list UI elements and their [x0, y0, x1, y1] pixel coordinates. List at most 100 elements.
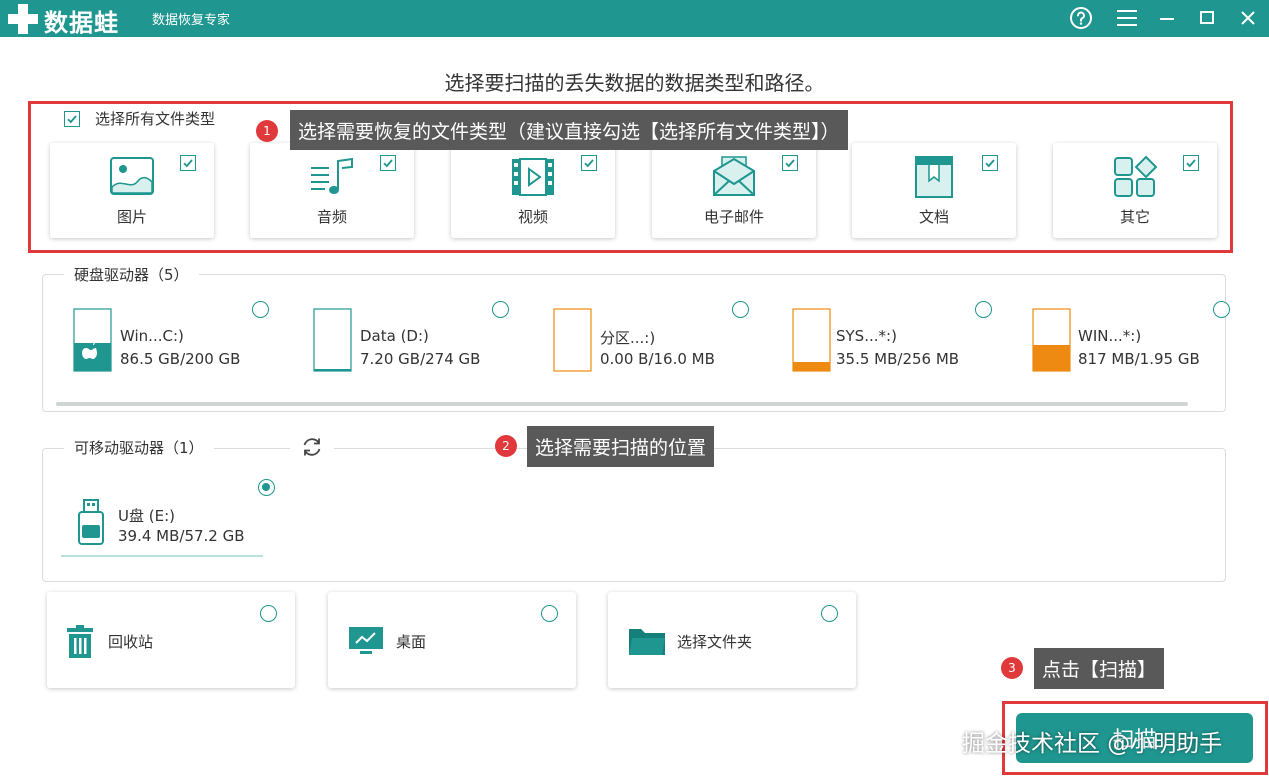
check-icon [985, 159, 995, 168]
filetype-label: 文档 [918, 208, 949, 226]
filetype-checkbox-image[interactable] [180, 155, 196, 171]
drive-radio-sys[interactable] [975, 301, 992, 318]
drive-usage-bar [313, 308, 352, 372]
select-all-label: 选择所有文件类型 [95, 110, 216, 128]
menu-button[interactable] [1112, 4, 1142, 32]
watermark-text: 掘金技术社区 @小明助手 [962, 731, 1223, 757]
filetype-checkbox-audio[interactable] [380, 155, 396, 171]
filetype-card-image[interactable]: 图片 [50, 143, 214, 238]
refresh-button[interactable] [290, 434, 334, 460]
drive-name: SYS...*:) [836, 327, 897, 345]
drive-usage-bar [792, 308, 831, 372]
usb-drive-icon [78, 499, 104, 545]
removable-drives-title: 可移动驱动器（1） [64, 437, 214, 458]
filetype-card-document[interactable]: 文档 [852, 143, 1016, 238]
app-brand: 数据蛙 [44, 9, 119, 37]
location-label: 回收站 [108, 633, 154, 651]
hard-drives-title: 硬盘驱动器（5） [64, 264, 199, 285]
drive-name: Data (D:) [360, 327, 429, 345]
drive-usage-bar [553, 308, 592, 372]
location-label: 选择文件夹 [677, 633, 753, 651]
filetype-label: 视频 [517, 208, 548, 226]
maximize-button[interactable] [1192, 4, 1222, 32]
step-badge-3: 3 [1001, 657, 1023, 679]
filetype-label: 其它 [1119, 208, 1150, 226]
location-card-recycle-bin[interactable]: 回收站 [47, 592, 295, 688]
drive-radio-win[interactable] [1213, 301, 1230, 318]
filetype-checkbox-email[interactable] [782, 155, 798, 171]
location-card-desktop[interactable]: 桌面 [328, 592, 576, 688]
filetype-card-email[interactable]: 电子邮件 [652, 143, 816, 238]
drives-horizontal-scrollbar[interactable] [56, 402, 1188, 406]
drive-radio-partition[interactable] [732, 301, 749, 318]
drive-usage-bar [1032, 308, 1071, 372]
menu-icon [1117, 10, 1137, 26]
drive-size: 817 MB/1.95 GB [1078, 350, 1200, 368]
minimize-button[interactable] [1152, 4, 1182, 32]
drive-bar-graphic [1032, 308, 1071, 372]
removable-drive-size: 39.4 MB/57.2 GB [118, 527, 245, 545]
location-radio-select-folder[interactable] [821, 605, 838, 622]
filetype-checkbox-video[interactable] [581, 155, 597, 171]
drive-usage-bar [73, 308, 112, 372]
location-label: 桌面 [396, 633, 427, 651]
filetype-card-audio[interactable]: 音频 [250, 143, 414, 238]
folder-icon [629, 629, 665, 655]
filetype-card-video[interactable]: 视频 [451, 143, 615, 238]
video-icon [512, 158, 554, 196]
recycle-bin-icon [67, 625, 93, 658]
select-all-filetypes[interactable]: 选择所有文件类型 [64, 108, 215, 129]
app-subtitle: 数据恢复专家 [152, 13, 231, 28]
drive-bar-graphic [792, 308, 831, 372]
page-heading: 选择要扫描的丢失数据的数据类型和路径。 [444, 71, 825, 95]
drive-radio-d[interactable] [492, 301, 509, 318]
minimize-icon [1160, 18, 1174, 20]
music-icon [311, 157, 353, 194]
drive-radio-c[interactable] [252, 301, 269, 318]
drive-size: 35.5 MB/256 MB [836, 350, 960, 368]
other-icon [1114, 155, 1158, 197]
drive-name: Win...C:) [120, 327, 184, 345]
filetype-label: 图片 [116, 208, 147, 226]
check-icon [183, 159, 193, 168]
selected-underline [61, 555, 263, 557]
help-icon [1070, 7, 1092, 29]
close-button[interactable] [1233, 4, 1263, 32]
check-icon [67, 114, 77, 123]
refresh-icon [303, 438, 321, 456]
filetype-label: 电子邮件 [703, 208, 764, 226]
drive-size: 0.00 B/16.0 MB [600, 350, 715, 368]
filetype-checkbox-document[interactable] [982, 155, 998, 171]
drive-size: 7.20 GB/274 GB [360, 350, 481, 368]
tooltip-step-1: 选择需要恢复的文件类型（建议直接勾选【选择所有文件类型】） [290, 110, 848, 150]
check-icon [584, 159, 594, 168]
close-icon [1241, 11, 1255, 25]
location-radio-desktop[interactable] [541, 605, 558, 622]
drive-name: WIN...*:) [1078, 327, 1142, 345]
step-badge-1: 1 [256, 120, 278, 142]
removable-drive-name: U盘 (E:) [118, 507, 175, 525]
step-badge-2: 2 [495, 435, 517, 457]
drive-name: 分区...:) [600, 329, 656, 347]
document-icon [915, 156, 953, 198]
image-icon [110, 157, 154, 195]
drive-size: 86.5 GB/200 GB [120, 350, 241, 368]
filetype-card-other[interactable]: 其它 [1053, 143, 1217, 238]
drive-bar-graphic [553, 308, 592, 372]
location-card-select-folder[interactable]: 选择文件夹 [608, 592, 856, 688]
check-icon [383, 159, 393, 168]
filetype-label: 音频 [316, 208, 347, 226]
check-icon [1186, 159, 1196, 168]
logo-plus-icon [8, 4, 38, 34]
select-all-checkbox[interactable] [64, 110, 80, 127]
help-button[interactable] [1066, 4, 1096, 32]
check-icon [785, 159, 795, 168]
desktop-icon [349, 627, 383, 654]
drive-bar-graphic [313, 308, 352, 372]
maximize-icon [1200, 11, 1214, 24]
location-radio-recycle-bin[interactable] [260, 605, 277, 622]
filetype-checkbox-other[interactable] [1183, 155, 1199, 171]
removable-drives-panel [42, 448, 1226, 582]
removable-drive-radio-e[interactable] [258, 479, 275, 496]
drive-bar-graphic [73, 308, 112, 372]
